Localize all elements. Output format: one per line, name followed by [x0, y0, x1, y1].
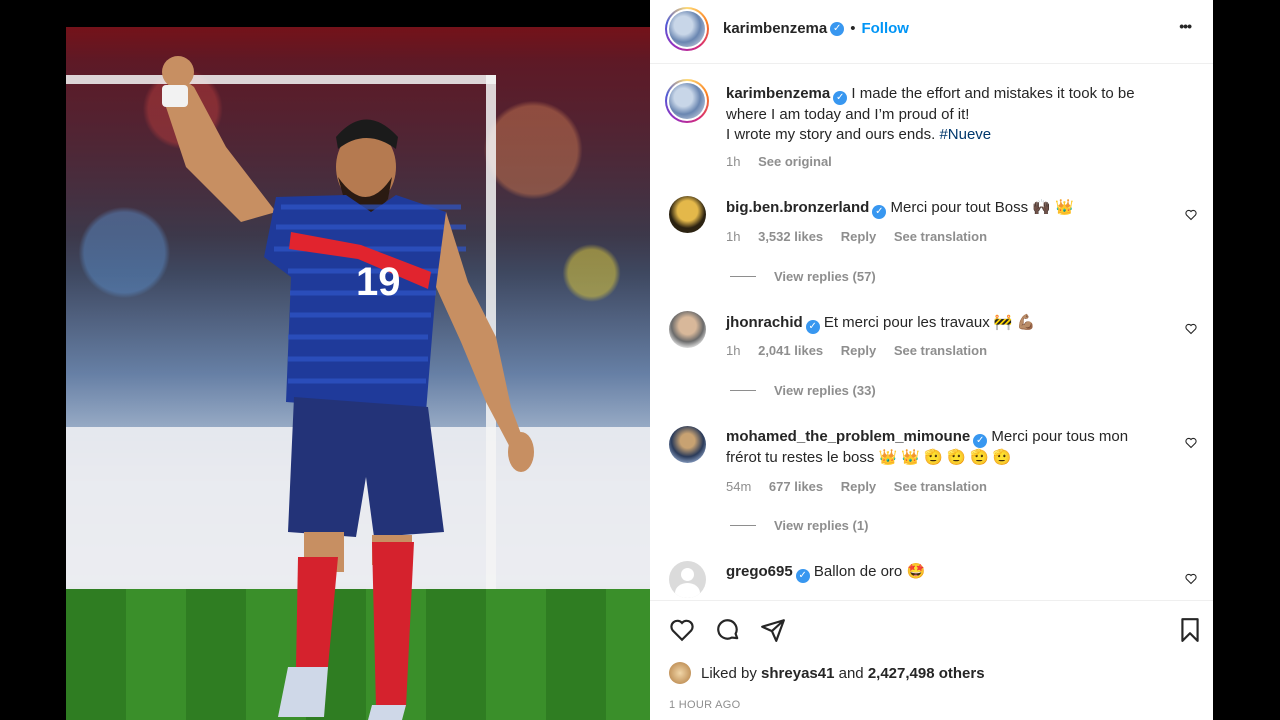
liked-by-user[interactable]: shreyas41	[761, 665, 834, 682]
verified-badge-icon: ✓	[833, 91, 848, 105]
comment-text: Ballon de oro 🤩	[813, 563, 926, 580]
like-heart-icon[interactable]	[669, 617, 695, 643]
caption-meta: 1h See original	[726, 154, 846, 169]
more-options-icon[interactable]: •••	[1179, 18, 1192, 34]
like-comment-heart-icon[interactable]	[1185, 209, 1197, 221]
comment-time: 54m	[726, 479, 752, 494]
comment-time: 1h	[726, 343, 741, 358]
post-timestamp: 1 HOUR AGO	[669, 699, 741, 711]
comment-3: mohamed_the_problem_mimoune ✓ Merci pour …	[726, 427, 1186, 468]
comment-username[interactable]: big.ben.bronzerland	[726, 199, 869, 216]
post-header: karimbenzema ✓ • Follow •••	[650, 0, 1213, 64]
post-detail-panel: karimbenzema ✓ • Follow ••• karimbenzema…	[650, 0, 1213, 720]
like-comment-heart-icon[interactable]	[1185, 573, 1197, 585]
caption-time: 1h	[726, 154, 741, 169]
caption-text-1: I made the effort and mistakes it took t…	[851, 85, 1135, 102]
like-comment-heart-icon[interactable]	[1185, 437, 1197, 449]
comment-4: grego695 ✓ Ballon de oro 🤩	[726, 562, 925, 583]
comment-likes[interactable]: 3,532 likes	[758, 229, 823, 244]
reply-button[interactable]: Reply	[841, 229, 876, 244]
separator-dot: •	[850, 20, 856, 37]
comment-1: big.ben.bronzerland ✓ Merci pour tout Bos…	[726, 198, 1074, 219]
comment-meta: 1h 3,532 likes Reply See translation	[726, 229, 1001, 244]
verified-badge-icon: ✓	[795, 569, 810, 583]
author-avatar[interactable]	[665, 7, 709, 51]
comment-username[interactable]: grego695	[726, 563, 793, 580]
see-original-button[interactable]: See original	[758, 154, 832, 169]
view-replies-label: View replies (57)	[774, 269, 876, 284]
reply-button[interactable]: Reply	[841, 479, 876, 494]
comment-meta: 54m 677 likes Reply See translation	[726, 479, 1001, 494]
verified-badge-icon: ✓	[973, 434, 988, 448]
comment-likes[interactable]: 677 likes	[769, 479, 823, 494]
author-username[interactable]: karimbenzema	[723, 20, 827, 37]
caption-text-3: I wrote my story and ours ends.	[726, 126, 936, 143]
comment-username[interactable]: mohamed_the_problem_mimoune	[726, 428, 970, 445]
view-replies-button[interactable]: View replies (57)	[730, 269, 876, 284]
comment-username[interactable]: jhonrachid	[726, 314, 803, 331]
verified-badge-icon: ✓	[805, 320, 820, 334]
jersey-number: 19	[356, 260, 401, 304]
view-replies-label: View replies (33)	[774, 383, 876, 398]
verified-badge-icon: ✓	[872, 205, 887, 219]
comment-time: 1h	[726, 229, 741, 244]
comment-2: jhonrachid ✓ Et merci pour les travaux 🚧 …	[726, 313, 1035, 334]
caption-username[interactable]: karimbenzema	[726, 85, 830, 102]
comment-avatar-default[interactable]	[669, 561, 706, 598]
caption-text-2: where I am today and I’m proud of it!	[726, 106, 970, 123]
comment-meta: 1h 2,041 likes Reply See translation	[726, 343, 1001, 358]
share-paper-plane-icon[interactable]	[760, 617, 786, 643]
view-replies-button[interactable]: View replies (1)	[730, 518, 868, 533]
liker-avatar[interactable]	[669, 662, 691, 684]
comment-avatar[interactable]	[669, 196, 706, 233]
view-replies-label: View replies (1)	[774, 518, 869, 533]
liked-by-prefix: Liked by	[701, 664, 757, 682]
player-figure: 19	[162, 56, 534, 720]
hashtag-link[interactable]: #Nueve	[939, 126, 991, 143]
reply-button[interactable]: Reply	[841, 343, 876, 358]
comment-avatar[interactable]	[669, 311, 706, 348]
view-replies-button[interactable]: View replies (33)	[730, 383, 876, 398]
comment-bubble-icon[interactable]	[715, 617, 741, 643]
comment-text: Merci pour tous mon	[991, 428, 1129, 445]
comment-likes[interactable]: 2,041 likes	[758, 343, 823, 358]
like-comment-heart-icon[interactable]	[1185, 323, 1197, 335]
see-translation-button[interactable]: See translation	[894, 229, 987, 244]
see-translation-button[interactable]: See translation	[894, 479, 987, 494]
post-photo[interactable]: 19	[66, 27, 650, 720]
comment-text: Et merci pour les travaux 🚧 💪🏽	[823, 314, 1036, 331]
caption-author-avatar[interactable]	[665, 79, 709, 123]
save-bookmark-icon[interactable]	[1177, 617, 1203, 643]
liked-by-and: and	[838, 664, 864, 682]
see-translation-button[interactable]: See translation	[894, 343, 987, 358]
comment-text: Merci pour tout Boss 🙌🏿 👑	[890, 199, 1074, 216]
liked-by-summary: Liked by shreyas41 and 2,427,498 others	[669, 662, 985, 684]
comment-avatar[interactable]	[669, 426, 706, 463]
post-caption: karimbenzema ✓ I made the effort and mist…	[726, 84, 1186, 145]
comment-text-continued: frérot tu restes le boss 👑 👑 🫡 🫡 🫡 🫡	[726, 449, 1012, 466]
verified-badge-icon: ✓	[830, 21, 845, 36]
follow-button[interactable]: Follow	[861, 20, 909, 37]
likes-count[interactable]: 2,427,498 others	[868, 665, 985, 682]
